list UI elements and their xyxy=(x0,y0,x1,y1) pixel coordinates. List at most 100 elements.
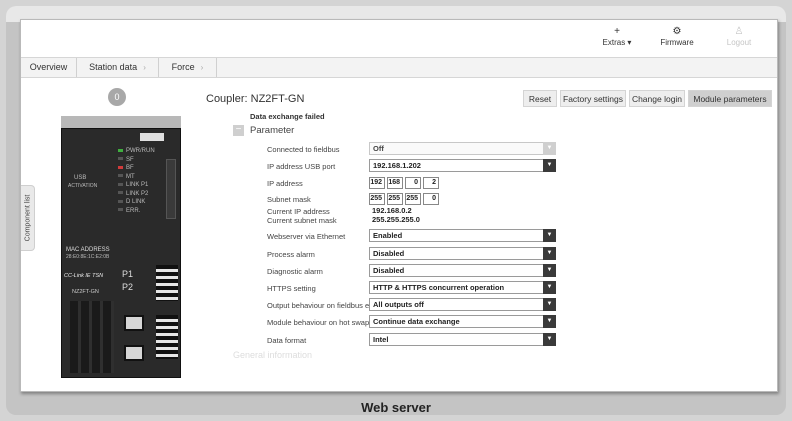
plus-icon: + xyxy=(614,26,620,37)
tab-force[interactable]: Force › xyxy=(159,58,217,77)
chevron-down-icon[interactable]: ▼ xyxy=(543,247,556,260)
module-parameters-button[interactable]: Module parameters xyxy=(688,90,772,107)
tab-overview-label: Overview xyxy=(29,62,68,72)
chevron-right-icon: › xyxy=(200,63,204,72)
output-behaviour-value: All outputs off xyxy=(373,300,424,309)
terminal-block-upper xyxy=(156,265,178,301)
webserver-value: Enabled xyxy=(373,231,403,240)
chevron-down-icon[interactable]: ▼ xyxy=(543,264,556,277)
factory-settings-button[interactable]: Factory settings xyxy=(560,90,626,107)
ethernet-port-1 xyxy=(124,315,144,331)
series-label: CC-Link IE TSN xyxy=(64,273,104,279)
param-label: Module behaviour on hot swap xyxy=(267,318,370,327)
page-title: Coupler: NZ2FT-GN xyxy=(206,93,305,105)
logout-button[interactable]: ♙ Logout xyxy=(711,26,767,47)
param-label: Webserver via Ethernet xyxy=(267,232,346,241)
gear-icon: ⚙ xyxy=(672,26,682,37)
component-list-tab[interactable]: Component list xyxy=(21,185,35,251)
collapse-icon[interactable]: − xyxy=(233,125,244,136)
led-icon xyxy=(118,191,123,195)
reset-button[interactable]: Reset xyxy=(523,90,557,107)
device-latch xyxy=(140,133,164,141)
diagnostic-alarm-select[interactable]: Disabled ▼ xyxy=(369,264,556,277)
module-behaviour-value: Continue data exchange xyxy=(373,317,460,326)
diagnostic-alarm-value: Disabled xyxy=(373,266,405,275)
chevron-down-icon: ▼ xyxy=(543,142,556,155)
led-link2-label: LINK P2 xyxy=(126,190,149,197)
output-behaviour-select[interactable]: All outputs off ▼ xyxy=(369,298,556,311)
chevron-down-icon[interactable]: ▼ xyxy=(543,229,556,242)
tab-overview[interactable]: Overview xyxy=(21,58,77,77)
subnet-octet-2[interactable]: 255 xyxy=(387,193,403,205)
chevron-down-icon[interactable]: ▼ xyxy=(543,159,556,172)
user-icon: ♙ xyxy=(734,26,744,37)
param-label: Connected to fieldbus xyxy=(267,145,340,154)
param-label: Current IP address xyxy=(267,207,330,216)
subnet-octet-1[interactable]: 255 xyxy=(369,193,385,205)
main-nav: Overview Station data › Force › xyxy=(21,57,777,78)
led-icon xyxy=(118,208,123,212)
led-err-label: ERR. xyxy=(126,207,141,214)
component-list-label: Component list xyxy=(24,194,31,242)
param-label: Current subnet mask xyxy=(267,216,337,225)
tab-station-data[interactable]: Station data › xyxy=(77,58,159,77)
logout-label: Logout xyxy=(726,38,752,47)
port1-label: P1 xyxy=(122,269,134,279)
param-label: Data format xyxy=(267,336,307,345)
https-select[interactable]: HTTP & HTTPS concurrent operation ▼ xyxy=(369,281,556,294)
led-icon xyxy=(118,182,123,186)
param-label: IP address USB port xyxy=(267,162,336,171)
led-icon xyxy=(118,174,123,178)
parameter-section-header[interactable]: − Parameter xyxy=(233,125,294,136)
usb-port xyxy=(166,159,176,219)
chevron-down-icon[interactable]: ▼ xyxy=(543,281,556,294)
firmware-label: Firmware xyxy=(660,38,694,47)
mac-address-value: 28:E0:8E:1C:E2:0B xyxy=(66,254,110,260)
process-alarm-value: Disabled xyxy=(373,249,405,258)
general-information-section[interactable]: General information xyxy=(233,350,312,360)
change-login-button[interactable]: Change login xyxy=(629,90,685,107)
led-icon xyxy=(118,148,123,152)
led-link1-label: LINK P1 xyxy=(126,182,149,188)
chevron-down-icon[interactable]: ▼ xyxy=(543,315,556,328)
led-icon xyxy=(118,165,123,169)
subnet-octet-3[interactable]: 255 xyxy=(405,193,421,205)
figure-caption: Web server xyxy=(361,400,431,415)
device-vents xyxy=(70,301,114,373)
chevron-down-icon[interactable]: ▼ xyxy=(543,333,556,346)
data-format-value: Intel xyxy=(373,335,389,344)
usb-label: USB xyxy=(74,175,87,181)
model-label: NZ2FT-GN xyxy=(72,289,99,295)
ip-octet-4[interactable]: 2 xyxy=(423,177,439,189)
connected-fieldbus-select: Off ▼ xyxy=(369,142,556,155)
process-alarm-select[interactable]: Disabled ▼ xyxy=(369,247,556,260)
extras-menu[interactable]: + Extras ▾ xyxy=(589,26,645,47)
web-server-window: + Extras ▾ ⚙ Firmware ♙ Logout Overview … xyxy=(20,19,778,392)
led-list: PWR/RUN SF BF MT LINK P1 LINK P2 D LINK … xyxy=(118,147,155,215)
ip-octet-3[interactable]: 0 xyxy=(405,177,421,189)
chevron-right-icon: › xyxy=(143,63,146,72)
led-bf-label: BF xyxy=(126,165,134,171)
firmware-button[interactable]: ⚙ Firmware xyxy=(649,26,705,47)
extras-label: Extras ▾ xyxy=(602,38,632,47)
port2-label: P2 xyxy=(122,282,134,292)
module-behaviour-select[interactable]: Continue data exchange ▼ xyxy=(369,315,556,328)
led-dlink-label: D LINK xyxy=(126,199,146,205)
webserver-select[interactable]: Enabled ▼ xyxy=(369,229,556,242)
device-badge: 0 xyxy=(108,88,126,106)
ip-usb-select[interactable]: 192.168.1.202 ▼ xyxy=(369,159,556,172)
tab-station-data-label: Station data xyxy=(89,62,138,72)
data-format-select[interactable]: Intel ▼ xyxy=(369,333,556,346)
ip-octet-2[interactable]: 168 xyxy=(387,177,403,189)
mac-address-label: MAC ADDRESS xyxy=(66,247,110,253)
subnet-octet-4[interactable]: 0 xyxy=(423,193,439,205)
param-label: Output behaviour on fieldbus error xyxy=(267,301,381,310)
param-label: HTTPS setting xyxy=(267,284,316,293)
https-value: HTTP & HTTPS concurrent operation xyxy=(373,283,505,292)
param-label: IP address xyxy=(267,179,303,188)
tab-force-label: Force xyxy=(171,62,195,72)
connected-fieldbus-value: Off xyxy=(373,144,384,153)
ip-octet-1[interactable]: 192 xyxy=(369,177,385,189)
ip-usb-value: 192.168.1.202 xyxy=(373,161,421,170)
chevron-down-icon[interactable]: ▼ xyxy=(543,298,556,311)
